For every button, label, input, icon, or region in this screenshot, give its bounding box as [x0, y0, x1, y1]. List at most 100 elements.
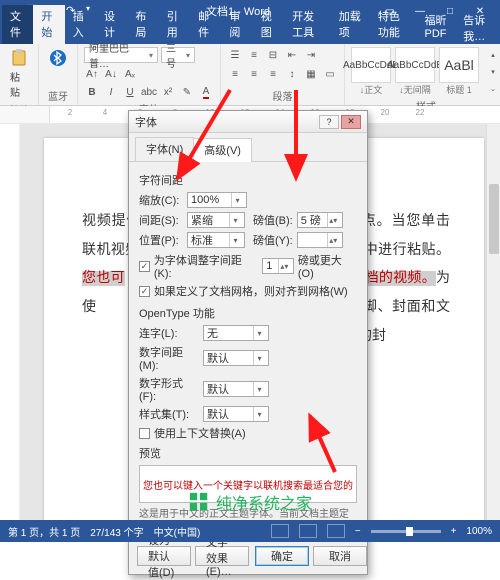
paragraph-group-label: 段落 [227, 88, 338, 103]
numform-dropdown[interactable]: 默认▾ [203, 381, 269, 397]
numbering-icon[interactable]: ≡ [246, 47, 262, 63]
tellme[interactable]: 告诉我… [463, 12, 494, 44]
lbl-numspace: 数字间距(M): [139, 344, 199, 372]
align-right-icon[interactable]: ≡ [265, 66, 281, 82]
dialog-titlebar[interactable]: 字体 ? ✕ [129, 111, 367, 133]
increase-font-icon[interactable]: A↑ [84, 66, 100, 82]
decrease-font-icon[interactable]: A↓ [103, 66, 119, 82]
bold-icon[interactable]: B [84, 84, 100, 100]
tab-layout[interactable]: 布局 [127, 5, 158, 44]
font-size-dropdown[interactable]: 三号▾ [161, 47, 195, 63]
bullets-icon[interactable]: ☰ [227, 47, 243, 63]
ligature-dropdown[interactable]: 无▾ [203, 325, 269, 341]
highlight-icon[interactable]: ✎ [179, 84, 195, 100]
numspace-dropdown[interactable]: 默认▾ [203, 350, 269, 366]
watermark-logo-icon [188, 491, 210, 513]
set-default-button[interactable]: 设为默认值(D) [137, 546, 191, 566]
position-dropdown[interactable]: 标准▾ [187, 232, 245, 248]
ok-button[interactable]: 确定 [255, 546, 309, 566]
indent-dec-icon[interactable]: ⇤ [284, 47, 300, 63]
tab-view[interactable]: 视图 [253, 5, 284, 44]
status-language[interactable]: 中文(中国) [154, 524, 201, 539]
view-web-layout[interactable] [327, 524, 345, 538]
scale-dropdown[interactable]: 100%▾ [187, 192, 247, 208]
borders-icon[interactable]: ▭ [322, 66, 338, 82]
align-center-icon[interactable]: ≡ [246, 66, 262, 82]
style-normal[interactable]: AaBbCcDdE [351, 47, 391, 83]
status-wordcount[interactable]: 27/143 个字 [90, 524, 143, 539]
lbl-by1: 磅值(B): [253, 212, 293, 228]
tab-home[interactable]: 开始 [33, 5, 64, 44]
paste-label: 粘贴 [10, 69, 28, 99]
ligature-value: 无 [207, 325, 218, 341]
section-char-spacing: 字符间距 [139, 172, 357, 188]
cancel-button[interactable]: 取消 [313, 546, 367, 566]
vertical-ruler[interactable] [0, 124, 20, 520]
style-nospacing[interactable]: AaBbCcDdE [395, 47, 435, 83]
position-amount-spinner[interactable]: ▴▾ [297, 232, 343, 248]
zoom-out-button[interactable]: − [355, 526, 361, 537]
line-spacing-icon[interactable]: ↕ [284, 66, 300, 82]
group-styles: AaBbCcDdE ↓正文 AaBbCcDdE ↓无间隔 AaBl 标题 1 ▴… [345, 44, 500, 105]
italic-icon[interactable]: I [103, 84, 119, 100]
indent-inc-icon[interactable]: ⇥ [303, 47, 319, 63]
styles-down-icon[interactable]: ▾ [485, 64, 500, 80]
kerning-value-spinner[interactable]: 1▴▾ [262, 258, 294, 274]
status-bar: 第 1 页，共 1 页 27/143 个字 中文(中国) − + 100% [0, 520, 500, 542]
font-name-dropdown[interactable]: 阿里巴巴普…▾ [84, 47, 158, 63]
view-print-layout[interactable] [299, 524, 317, 538]
tab-mailings[interactable]: 邮件 [190, 5, 221, 44]
tab-addins[interactable]: 加载项 [331, 5, 370, 44]
align-left-icon[interactable]: ≡ [227, 66, 243, 82]
spacing-dropdown[interactable]: 紧缩▾ [187, 212, 245, 228]
lbl-numform: 数字形式(F): [139, 375, 199, 403]
tab-pdf[interactable]: 福昕PDF [417, 9, 464, 44]
snap-grid-checkbox[interactable]: ✓ [139, 286, 150, 297]
kerning-value: 1 [266, 260, 272, 272]
tab-references[interactable]: 引用 [159, 5, 190, 44]
paste-button[interactable]: 粘贴 [6, 47, 32, 101]
lbl-ligature: 连字(L): [139, 325, 199, 341]
status-page[interactable]: 第 1 页，共 1 页 [8, 524, 80, 539]
multilevel-icon[interactable]: ⊟ [265, 47, 281, 63]
zoom-slider[interactable] [371, 530, 441, 533]
dialog-tab-advanced[interactable]: 高级(V) [193, 138, 252, 162]
dialog-tabs: 字体(N) 高级(V) [129, 133, 367, 162]
vertical-scrollbar[interactable] [486, 124, 500, 520]
context-alt-checkbox[interactable] [139, 428, 150, 439]
view-read-mode[interactable] [271, 524, 289, 538]
tab-special[interactable]: 特色功能 [370, 5, 417, 44]
shading-icon[interactable]: ▦ [303, 66, 319, 82]
kerning-checkbox[interactable]: ✓ [139, 261, 150, 272]
lbl-styleset: 样式集(T): [139, 406, 199, 422]
dialog-help-button[interactable]: ? [319, 115, 339, 129]
numspace-value: 默认 [207, 350, 229, 366]
text-effects-button[interactable]: 文字效果(E)… [195, 546, 249, 566]
dialog-close-button[interactable]: ✕ [341, 115, 361, 129]
dialog-tab-font[interactable]: 字体(N) [135, 137, 194, 161]
scrollbar-thumb[interactable] [489, 184, 499, 254]
lbl-spacing: 间距(S): [139, 212, 183, 228]
bluetooth-button[interactable] [45, 47, 71, 69]
zoom-in-button[interactable]: + [451, 526, 457, 537]
styleset-dropdown[interactable]: 默认▾ [203, 406, 269, 422]
spacing-amount-spinner[interactable]: 5 磅▴▾ [297, 212, 343, 228]
tab-developer[interactable]: 开发工具 [284, 5, 331, 44]
super-sub-icon[interactable]: x² [160, 84, 176, 100]
styles-up-icon[interactable]: ▴ [485, 47, 500, 63]
zoom-level[interactable]: 100% [466, 526, 492, 537]
styles-more-icon[interactable]: ⌄ [485, 81, 500, 97]
tab-file[interactable]: 文件 [2, 5, 33, 44]
watermark: 纯净系统之家 [188, 490, 312, 514]
lbl-kerning: 为字体调整字间距(K): [154, 252, 258, 280]
style-heading1[interactable]: AaBl [439, 47, 479, 83]
underline-icon[interactable]: U [122, 84, 138, 100]
spacing-amount-value: 5 磅 [301, 212, 321, 228]
tab-insert[interactable]: 插入 [65, 5, 96, 44]
tab-review[interactable]: 审阅 [221, 5, 252, 44]
clear-format-icon[interactable]: Aₓ [122, 66, 138, 82]
font-color-icon[interactable]: A [198, 84, 214, 100]
ribbon: 粘贴 剪贴板 蓝牙 阿里巴巴普…▾ 三号▾ A↑ A↓ Aₓ B I U [0, 44, 500, 106]
tab-design[interactable]: 设计 [96, 5, 127, 44]
strike-icon[interactable]: abc [141, 84, 157, 100]
